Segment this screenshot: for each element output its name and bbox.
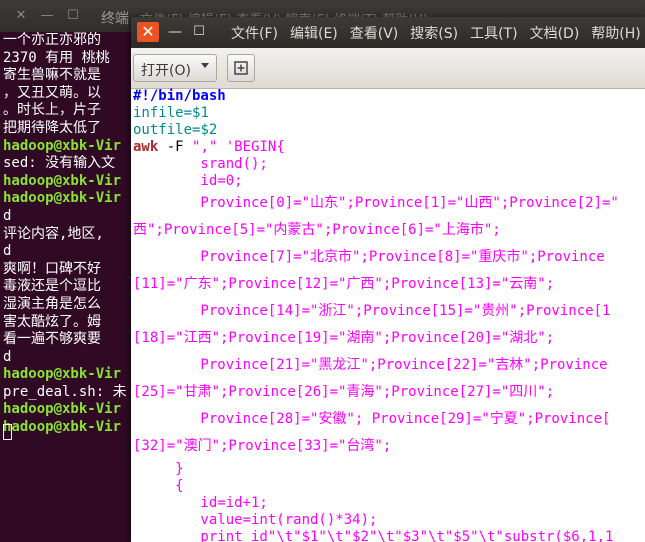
terminal-line: d bbox=[3, 207, 12, 224]
terminal-line: 害太酷炫了。姆 bbox=[3, 313, 101, 330]
terminal-line: 2370 有用 桃桃 bbox=[3, 49, 110, 66]
terminal-output: 一个亦正亦邪的 2370 有用 桃桃 寄生兽嘛不就是 ，又丑又萌。以 。时长上，片子 把期… bbox=[3, 32, 133, 437]
code-line: [18]="江西";Province[19]="湖南";Province[20]… bbox=[133, 330, 554, 347]
code-line: infile=$1 bbox=[133, 105, 209, 122]
code-token: $2 bbox=[200, 122, 218, 138]
menu-view[interactable]: 查看(V) bbox=[350, 23, 399, 43]
code-line: id=0; bbox=[133, 173, 243, 190]
code-token: 西";Province[5]="内蒙古";Province[6]="上海市"; bbox=[133, 222, 501, 238]
code-token: print id"\t"$1"\t"$2"\t"$3"\t"$5"\t"subs… bbox=[133, 529, 614, 542]
code-token: } bbox=[133, 461, 184, 477]
terminal-line: pre_deal.sh: 未 bbox=[3, 383, 127, 400]
gedit-window[interactable]: ✕ — ☐ 文件(F) 编辑(E) 查看(V) 搜索(S) 工具(T) 文档(D… bbox=[131, 17, 645, 542]
menu-edit[interactable]: 编辑(E) bbox=[290, 23, 338, 43]
code-token: -F bbox=[158, 139, 193, 155]
code-line: [32]="澳门";Province[33]="台湾"; bbox=[133, 438, 391, 455]
code-token: Province[7]="北京市";Province[8]="重庆市";Prov… bbox=[133, 249, 605, 265]
code-token: awk bbox=[133, 139, 159, 155]
code-token: "," bbox=[192, 139, 218, 155]
maximize-icon[interactable]: ☐ bbox=[191, 24, 207, 40]
code-token: value=int(rand()*34); bbox=[133, 512, 378, 528]
code-token: id=id+1; bbox=[133, 495, 268, 511]
terminal-line: hadoop@xbk-Vir bbox=[3, 366, 122, 383]
code-token: srand(); bbox=[133, 156, 268, 172]
close-icon[interactable]: ✕ bbox=[137, 22, 159, 42]
terminal-line: sed: 没有输入文 bbox=[3, 155, 116, 172]
terminal-line: 一个亦正亦邪的 bbox=[3, 32, 101, 48]
open-button-label: 打开(O) bbox=[141, 63, 191, 79]
chevron-down-icon bbox=[201, 63, 209, 68]
code-token: Province[21]="黑龙江";Province[22]="吉林";Pro… bbox=[133, 357, 608, 373]
code-line: awk -F "," 'BEGIN{ bbox=[133, 139, 285, 156]
code-token: [32]="澳门";Province[33]="台湾"; bbox=[133, 438, 392, 454]
new-document-button[interactable] bbox=[227, 54, 255, 82]
code-line: #!/bin/bash bbox=[133, 88, 226, 105]
code-line: Province[28]="安徽"; Province[29]="宁夏";Pro… bbox=[133, 411, 610, 428]
terminal-line: d bbox=[3, 243, 12, 260]
maximize-icon[interactable]: ☐ bbox=[66, 9, 80, 23]
terminal-line: 把期待降太低了 bbox=[3, 119, 101, 136]
minimize-icon[interactable]: — bbox=[40, 9, 54, 23]
close-icon[interactable]: ✕ bbox=[14, 9, 28, 23]
code-token: Province[28]="安徽"; Province[29]="宁夏";Pro… bbox=[133, 411, 611, 427]
code-line: { bbox=[133, 478, 184, 495]
terminal-title: 终端 bbox=[101, 11, 129, 27]
code-token: $1 bbox=[192, 105, 209, 121]
menu-help[interactable]: 帮助(H) bbox=[591, 23, 640, 43]
terminal-line: ，又丑又萌。以 bbox=[3, 84, 101, 101]
code-line: id=id+1; bbox=[133, 495, 268, 512]
terminal-line: 看一遍不够爽要 bbox=[3, 331, 101, 348]
code-token: [11]="广东";Province[12]="广西";Province[13]… bbox=[133, 276, 555, 292]
terminal-line: 寄生兽嘛不就是 bbox=[3, 67, 101, 84]
code-token: infile= bbox=[133, 105, 193, 121]
code-token: [25]="甘肃";Province[26]="青海";Province[27]… bbox=[133, 384, 555, 400]
code-line: Province[7]="北京市";Province[8]="重庆市";Prov… bbox=[133, 249, 605, 266]
terminal-line: hadoop@xbk-Vir bbox=[3, 172, 122, 189]
terminal-line: 评论内容,地区, bbox=[3, 225, 104, 242]
code-token: id=0; bbox=[133, 173, 243, 189]
minimize-icon[interactable]: — bbox=[167, 24, 183, 40]
terminal-line: 湿演主角是怎么 bbox=[3, 295, 101, 312]
new-document-icon bbox=[234, 61, 248, 75]
terminal-line: hadoop@xbk-Vir bbox=[3, 190, 122, 207]
terminal-line: hadoop@xbk-Vir bbox=[3, 137, 122, 154]
menu-tools[interactable]: 工具(T) bbox=[470, 23, 517, 43]
code-line: Province[0]="山东";Province[1]="山西";Provin… bbox=[133, 195, 619, 212]
code-line: [11]="广东";Province[12]="广西";Province[13]… bbox=[133, 276, 554, 293]
code-token: outfile= bbox=[133, 122, 201, 138]
code-line: } bbox=[133, 461, 184, 478]
code-token: Province[14]="浙江";Province[15]="贵州";Prov… bbox=[133, 303, 611, 319]
code-line: [25]="甘肃";Province[26]="青海";Province[27]… bbox=[133, 384, 554, 401]
code-token: { bbox=[133, 478, 184, 494]
editor-menubar: 文件(F) 编辑(E) 查看(V) 搜索(S) 工具(T) 文档(D) 帮助(H… bbox=[231, 23, 645, 43]
editor-toolbar: 打开(O) bbox=[131, 48, 645, 89]
code-token: #!/bin/bash bbox=[133, 88, 226, 104]
code-line: srand(); bbox=[133, 156, 268, 173]
code-token: 'BEGIN{ bbox=[225, 139, 285, 155]
code-line: value=int(rand()*34); bbox=[133, 512, 377, 529]
code-line: print id"\t"$1"\t"$2"\t"$3"\t"$5"\t"subs… bbox=[133, 529, 613, 542]
code-editor[interactable]: #!/bin/bash infile=$1 outfile=$2 awk -F ","… bbox=[133, 88, 645, 542]
terminal-line: 。时长上，片子 bbox=[3, 102, 101, 119]
terminal-line: 毒液还是个逗比 bbox=[3, 278, 101, 295]
code-line: Province[14]="浙江";Province[15]="贵州";Prov… bbox=[133, 303, 610, 320]
terminal-cursor bbox=[3, 424, 12, 440]
code-line: Province[21]="黑龙江";Province[22]="吉林";Pro… bbox=[133, 357, 608, 374]
code-line: outfile=$2 bbox=[133, 122, 217, 139]
menu-file[interactable]: 文件(F) bbox=[231, 23, 278, 43]
terminal-line: d bbox=[3, 348, 12, 365]
code-token: [18]="江西";Province[19]="湖南";Province[20]… bbox=[133, 330, 555, 346]
terminal-line: hadoop@xbk-Vir bbox=[3, 401, 122, 418]
code-line: 西";Province[5]="内蒙古";Province[6]="上海市"; bbox=[133, 222, 501, 239]
terminal-line: 爽啊！口碑不好 bbox=[3, 260, 101, 277]
menu-search[interactable]: 搜索(S) bbox=[410, 23, 458, 43]
terminal-line: hadoop@xbk-Vir bbox=[3, 419, 122, 436]
editor-titlebar[interactable]: ✕ — ☐ 文件(F) 编辑(E) 查看(V) 搜索(S) 工具(T) 文档(D… bbox=[131, 17, 645, 48]
menu-documents[interactable]: 文档(D) bbox=[530, 23, 580, 43]
open-button[interactable]: 打开(O) bbox=[133, 54, 217, 82]
code-token: Province[0]="山东";Province[1]="山西";Provin… bbox=[133, 195, 619, 211]
